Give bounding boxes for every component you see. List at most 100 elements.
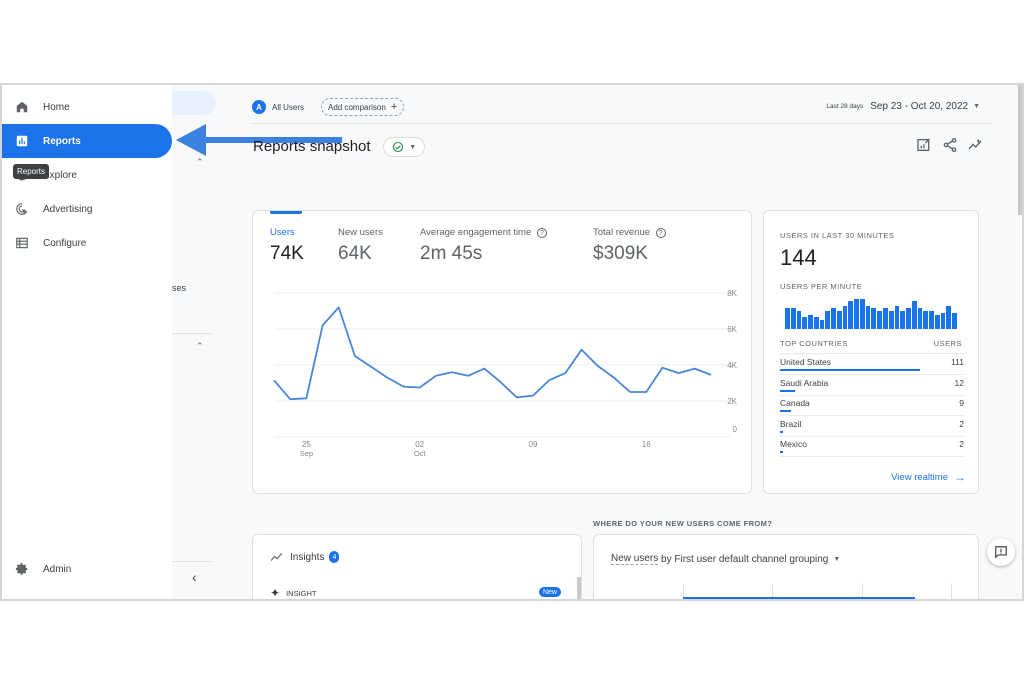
per-minute-bar bbox=[906, 308, 911, 329]
collapse-sidebar-icon[interactable]: ‹ bbox=[192, 569, 197, 585]
per-minute-bar bbox=[859, 299, 865, 329]
insights-header: Insights 4 bbox=[270, 551, 340, 563]
realtime-card: USERS IN LAST 30 MINUTES 144 USERS PER M… bbox=[763, 210, 979, 494]
view-realtime-link[interactable]: View realtime → bbox=[891, 470, 966, 484]
sparkle-icon: ✦ bbox=[270, 586, 281, 600]
insights-icon[interactable] bbox=[967, 137, 983, 158]
feedback-button[interactable] bbox=[987, 538, 1015, 566]
collapse-chevron-up-icon[interactable]: ⌃ bbox=[196, 341, 204, 352]
per-minute-bar bbox=[934, 315, 940, 329]
per-minute-bar bbox=[848, 301, 854, 329]
per-minute-bar bbox=[785, 308, 790, 329]
segment-chip[interactable]: A All Users bbox=[252, 98, 304, 116]
country-share-bar bbox=[780, 430, 783, 433]
segment-label: All Users bbox=[272, 102, 305, 112]
segment-avatar: A bbox=[252, 100, 266, 114]
series-line-users bbox=[273, 306, 712, 401]
country-users: 9 bbox=[959, 398, 964, 408]
y-tick-label: 8K bbox=[727, 289, 737, 298]
acquisition-dimension-dropdown[interactable]: New users by First user default channel … bbox=[611, 553, 840, 565]
subnav-divider bbox=[172, 561, 212, 562]
y-tick-label: 6K bbox=[727, 325, 737, 334]
country-share-bar bbox=[780, 410, 792, 412]
realtime-count: 144 bbox=[780, 245, 817, 270]
per-minute-bar bbox=[940, 312, 946, 329]
caret-down-icon: ▼ bbox=[973, 103, 980, 110]
report-status-dropdown[interactable]: ▼ bbox=[383, 137, 425, 157]
metric-value: 2m 45s bbox=[420, 243, 483, 264]
per-minute-bar bbox=[923, 310, 929, 329]
acquisition-section-title: WHERE DO YOUR NEW USERS COME FROM? bbox=[593, 519, 773, 528]
x-tick-label: 16 bbox=[642, 440, 651, 449]
per-minute-bar bbox=[917, 308, 923, 329]
date-range-picker[interactable]: Last 28 days Sep 23 - Oct 20, 2022 ▼ bbox=[826, 101, 980, 112]
per-minute-bar bbox=[911, 301, 917, 329]
x-tick-sublabel: Oct bbox=[414, 449, 427, 458]
per-minute-bar bbox=[790, 308, 796, 329]
share-icon[interactable] bbox=[942, 137, 958, 158]
sidebar-item-admin[interactable]: Admin bbox=[2, 552, 172, 586]
collapse-chevron-up-icon[interactable]: ⌃ bbox=[196, 157, 204, 168]
page-scrollbar[interactable] bbox=[1018, 85, 1022, 215]
insights-scrollbar[interactable] bbox=[577, 577, 581, 599]
country-name: Saudi Arabia bbox=[780, 377, 829, 388]
country-name: Mexico bbox=[780, 439, 807, 449]
realtime-title: USERS IN LAST 30 MINUTES bbox=[780, 231, 895, 240]
list-icon bbox=[14, 235, 30, 251]
per-minute-bar bbox=[819, 319, 825, 329]
feedback-icon bbox=[995, 546, 1007, 559]
country-share-bar bbox=[780, 389, 796, 392]
sidebar-item-reports[interactable]: Reports bbox=[2, 124, 172, 158]
x-tick-label: 02 bbox=[415, 440, 424, 449]
per-minute-bar bbox=[842, 305, 848, 329]
check-circle-icon bbox=[392, 141, 403, 153]
per-minute-bar bbox=[802, 317, 808, 329]
insight-item-label: INSIGHT bbox=[286, 588, 317, 598]
country-users: 111 bbox=[951, 357, 964, 367]
channel-bar bbox=[683, 597, 915, 599]
help-icon[interactable]: ? bbox=[655, 228, 666, 238]
sidebar-item-label: Admin bbox=[43, 563, 72, 575]
per-minute-bar bbox=[871, 308, 877, 329]
insights-title: Insights bbox=[290, 551, 325, 563]
insights-count-badge: 4 bbox=[329, 551, 340, 563]
per-minute-bar bbox=[808, 315, 813, 329]
y-tick-label: 4K bbox=[727, 361, 737, 370]
caret-down-icon: ▼ bbox=[409, 143, 417, 151]
acquisition-card: New users by First user default channel … bbox=[593, 534, 979, 599]
subnav-highlight bbox=[172, 91, 216, 115]
sidebar-item-label: Reports bbox=[43, 135, 81, 147]
users-header: USERS bbox=[933, 339, 962, 348]
per-minute-bar bbox=[877, 310, 883, 329]
caret-down-icon: ▼ bbox=[833, 555, 841, 563]
add-comparison-label: Add comparison bbox=[328, 102, 386, 112]
country-name: United States bbox=[780, 357, 832, 367]
sidebar-item-label: Home bbox=[43, 101, 70, 113]
users-line-chart: 0 2K 4K 6K 8K 25Sep 02Oct 09 16 bbox=[273, 289, 738, 458]
sidebar-item-home[interactable]: Home bbox=[2, 90, 172, 124]
per-minute-label: USERS PER MINUTE bbox=[780, 282, 863, 291]
country-users: 2 bbox=[959, 439, 964, 449]
sidebar-item-advertising[interactable]: Advertising bbox=[2, 192, 172, 226]
per-minute-bar bbox=[831, 308, 836, 329]
secondary-nav-panel: ⌃ ses ⌃ ‹ bbox=[172, 85, 216, 599]
y-tick-label: 2K bbox=[727, 397, 737, 406]
per-minute-bar bbox=[952, 312, 957, 329]
country-users: 2 bbox=[959, 418, 964, 429]
gridline bbox=[951, 583, 952, 599]
overview-card: Users 74K New users 64K Average engageme… bbox=[252, 210, 752, 494]
help-icon[interactable]: ? bbox=[536, 228, 547, 238]
metric-label: Users bbox=[270, 227, 295, 238]
annotation-arrow-head bbox=[176, 124, 206, 156]
bar-chart-icon bbox=[14, 133, 30, 149]
metric-name: New users bbox=[611, 553, 659, 565]
gear-icon bbox=[14, 561, 30, 577]
sidebar-item-configure[interactable]: Configure bbox=[2, 226, 172, 260]
per-minute-bar bbox=[946, 305, 952, 329]
edit-report-icon[interactable] bbox=[916, 137, 932, 158]
insight-item[interactable]: ✦ INSIGHT bbox=[270, 586, 317, 600]
date-range-value: Sep 23 - Oct 20, 2022 bbox=[870, 101, 969, 112]
insights-icon bbox=[270, 553, 283, 561]
date-range-prefix: Last 28 days bbox=[826, 103, 864, 110]
add-comparison-button[interactable]: Add comparison + bbox=[321, 98, 405, 116]
